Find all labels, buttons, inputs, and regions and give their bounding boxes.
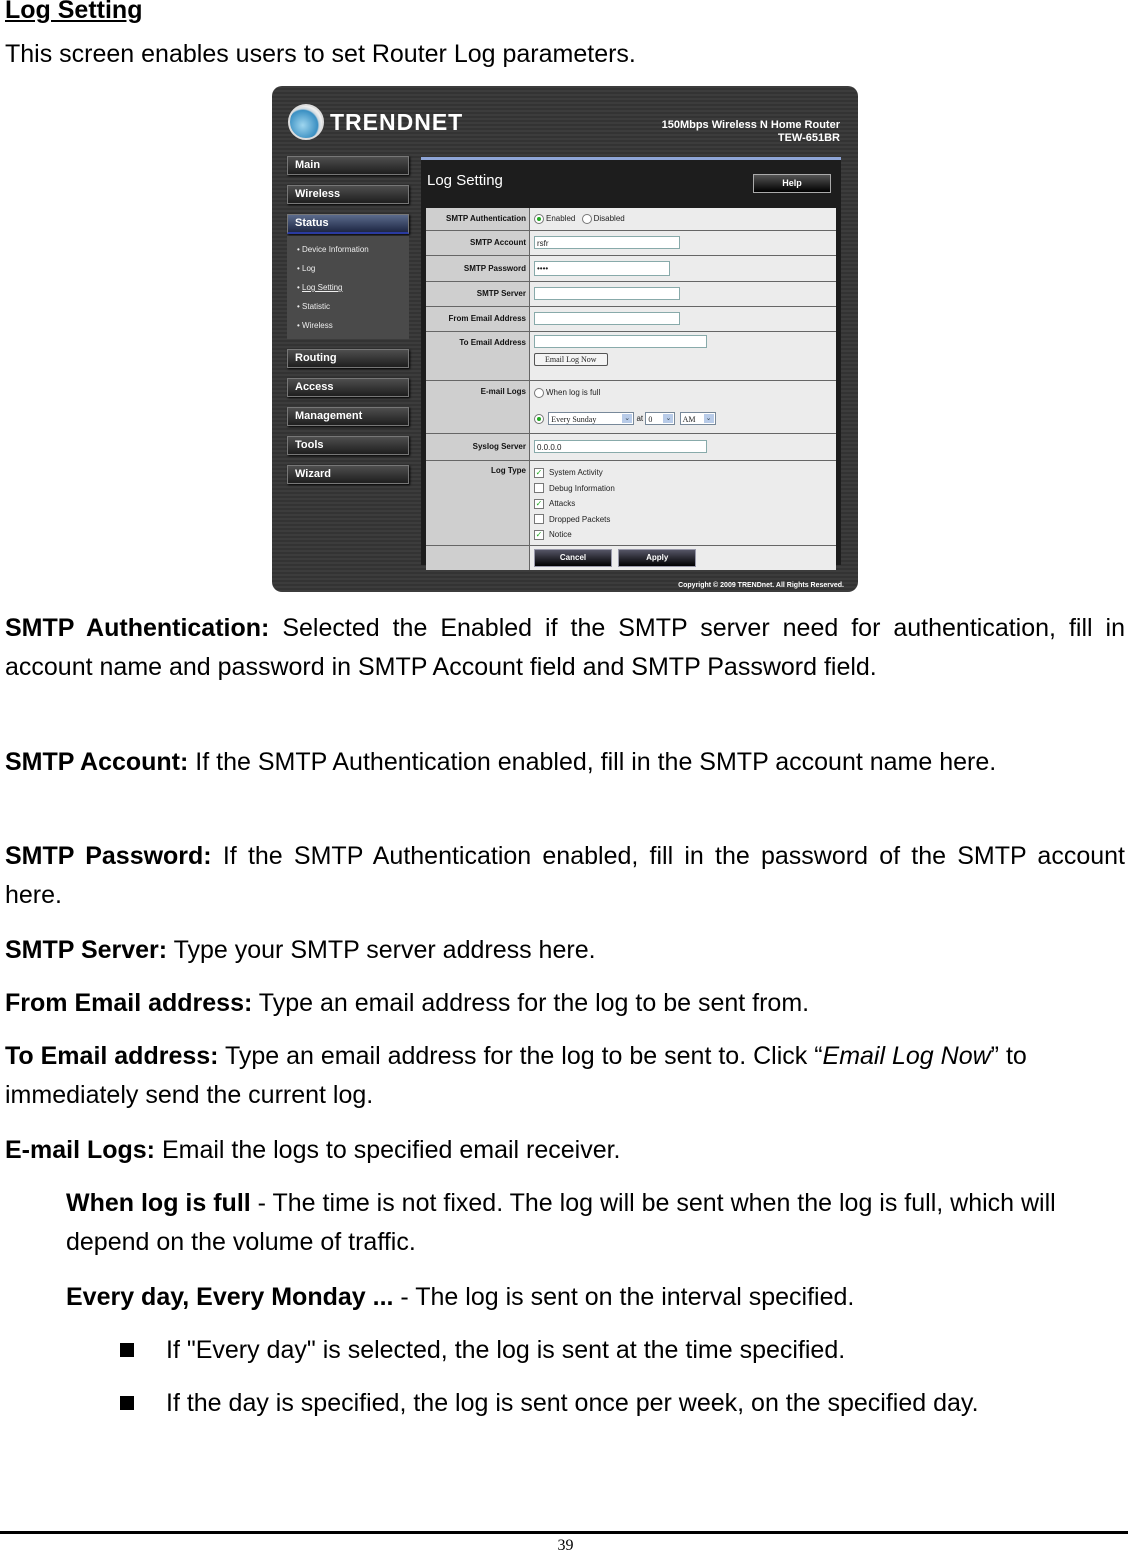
log-type-dropped-packets[interactable]: Dropped Packets	[534, 512, 836, 528]
nav-routing[interactable]: Routing	[287, 349, 409, 368]
nav-management[interactable]: Management	[287, 407, 409, 426]
checkbox-checked: ✓	[534, 467, 544, 478]
router-screenshot: TRENDNET 150Mbps Wireless N Home Router …	[272, 86, 858, 592]
globe-icon	[288, 104, 324, 140]
model-number: TEW-651BR	[777, 132, 840, 144]
nav-wizard[interactable]: Wizard	[287, 465, 409, 484]
intro-text: This screen enables users to set Router …	[5, 40, 636, 68]
smtp-account-description: SMTP Account: If the SMTP Authentication…	[5, 748, 997, 776]
submenu-device-information[interactable]: Device Information	[297, 240, 409, 259]
section-heading: Log Setting	[5, 0, 143, 24]
smtp-auth-label: SMTP Authentication	[426, 208, 530, 230]
nav-status[interactable]: Status	[287, 214, 409, 234]
from-email-label: From Email Address	[426, 307, 530, 331]
nav-tools[interactable]: Tools	[287, 436, 409, 455]
checkbox-unchecked	[534, 514, 544, 525]
apply-button[interactable]: Apply	[618, 549, 697, 567]
log-type-system-activity[interactable]: ✓ System Activity	[534, 465, 836, 481]
log-type-debug-information[interactable]: Debug Information	[534, 481, 836, 497]
smtp-server-input[interactable]	[534, 287, 680, 301]
router-nav: Main Wireless Status Device Information …	[287, 156, 409, 494]
to-email-label: To Email Address	[426, 332, 530, 380]
from-email-description: From Email address: Type an email addres…	[5, 989, 810, 1017]
smtp-account-label: SMTP Account	[426, 231, 530, 255]
square-bullet-icon	[120, 1343, 134, 1357]
at-label: at	[636, 414, 644, 423]
log-setting-form: SMTP Authentication Enabled Disabled SMT…	[426, 208, 836, 570]
submenu-log-setting[interactable]: Log Setting	[297, 278, 409, 297]
to-email-input[interactable]	[534, 335, 707, 348]
bullet-item: If the day is specified, the log is sent…	[120, 1384, 1131, 1423]
checkbox-checked: ✓	[534, 529, 544, 540]
smtp-auth-description: SMTP Authentication: Selected the Enable…	[5, 614, 1126, 681]
smtp-password-input[interactable]: ••••	[534, 261, 670, 277]
email-log-now-button[interactable]: Email Log Now	[534, 353, 608, 366]
cancel-button[interactable]: Cancel	[534, 549, 612, 567]
router-main-panel: Log Setting Help SMTP Authentication Ena…	[421, 157, 841, 570]
model-description: 150Mbps Wireless N Home Router	[661, 119, 840, 131]
smtp-account-input[interactable]: rsfr	[534, 236, 680, 250]
footer-divider	[0, 1531, 1128, 1534]
to-email-description: To Email address: Type an email address …	[5, 1042, 1027, 1109]
when-log-full-description: When log is full - The time is not fixed…	[66, 1189, 1056, 1256]
checkbox-unchecked	[534, 483, 544, 494]
syslog-server-label: Syslog Server	[426, 434, 530, 460]
every-day-description: Every day, Every Monday ... - The log is…	[66, 1283, 855, 1311]
trendnet-logo: TRENDNET	[288, 104, 463, 140]
submenu-log[interactable]: Log	[297, 259, 409, 278]
schedule-hour-select[interactable]: 0 ⌄	[645, 412, 676, 426]
email-logs-label: E-mail Logs	[426, 381, 530, 433]
router-copyright: Copyright © 2009 TRENDnet. All Rights Re…	[678, 582, 844, 589]
model-info: 150Mbps Wireless N Home Router TEW-651BR	[662, 119, 840, 145]
syslog-server-input[interactable]: 0.0.0.0	[534, 440, 707, 454]
bullet-item: If "Every day" is selected, the log is s…	[120, 1331, 1131, 1370]
page-number: 39	[557, 1537, 574, 1554]
status-submenu: Device Information Log Log Setting Stati…	[287, 236, 409, 339]
when-log-full-label: When log is full	[546, 388, 601, 397]
smtp-server-description: SMTP Server: Type your SMTP server addre…	[5, 936, 596, 964]
nav-access[interactable]: Access	[287, 378, 409, 397]
smtp-password-label: SMTP Password	[426, 256, 530, 281]
enabled-label: Enabled	[546, 214, 576, 223]
nav-main[interactable]: Main	[287, 156, 409, 175]
smtp-auth-enabled-radio[interactable]	[534, 213, 544, 224]
when-log-full-radio[interactable]	[534, 387, 544, 398]
schedule-day-select[interactable]: Every Sunday ⌄	[548, 412, 635, 426]
help-button[interactable]: Help	[753, 174, 831, 193]
nav-wireless[interactable]: Wireless	[287, 185, 409, 204]
from-email-input[interactable]	[534, 312, 680, 326]
square-bullet-icon	[120, 1396, 134, 1410]
chevron-down-icon: ⌄	[663, 414, 674, 424]
brand-name: TRENDNET	[330, 108, 464, 135]
log-type-list: ✓ System Activity Debug Information ✓ Atta…	[530, 461, 836, 545]
smtp-password-description: SMTP Password: If the SMTP Authenticatio…	[5, 842, 1125, 909]
log-type-attacks[interactable]: ✓ Attacks	[534, 496, 836, 512]
smtp-server-label: SMTP Server	[426, 282, 530, 306]
router-page-title: Log Setting	[427, 172, 503, 189]
disabled-label: Disabled	[593, 214, 625, 223]
schedule-ampm-select[interactable]: AM ⌄	[679, 412, 716, 426]
chevron-down-icon: ⌄	[622, 414, 633, 424]
email-logs-description: E-mail Logs: Email the logs to specified…	[5, 1136, 621, 1164]
chevron-down-icon: ⌄	[703, 414, 714, 424]
schedule-radio[interactable]	[534, 413, 544, 424]
log-type-notice[interactable]: ✓ Notice	[534, 527, 836, 543]
submenu-statistic[interactable]: Statistic	[297, 297, 409, 316]
log-type-label: Log Type	[426, 461, 530, 545]
smtp-auth-disabled-radio[interactable]	[581, 213, 592, 224]
checkbox-checked: ✓	[534, 498, 544, 509]
submenu-wireless[interactable]: Wireless	[297, 316, 409, 335]
